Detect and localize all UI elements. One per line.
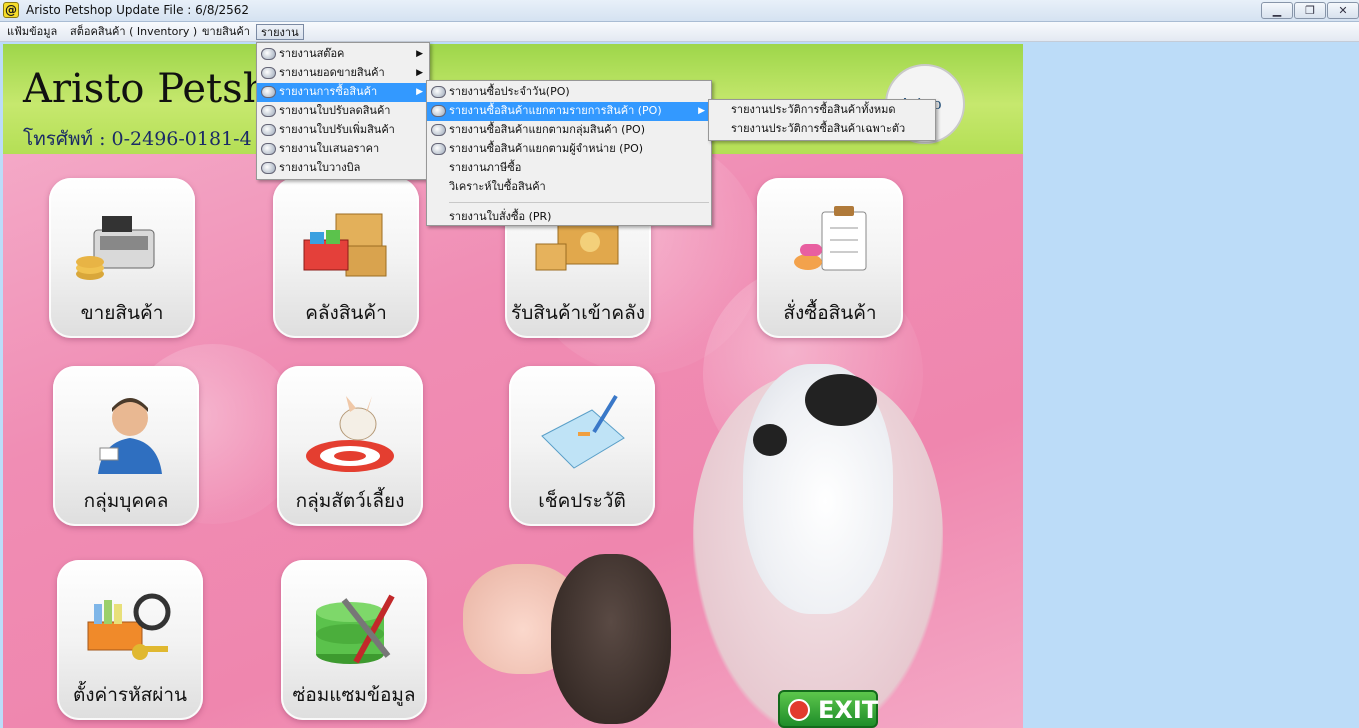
menu-item-purchase-by-group[interactable]: รายงานซื้อสินค้าแยกตามกลุ่มสินค้า (PO) — [427, 121, 711, 140]
tile-receive-label: รับสินค้าเข้าคลัง — [510, 302, 645, 324]
tile-history[interactable]: เช็คประวัติ — [509, 366, 655, 526]
history-clipboard-icon — [541, 394, 625, 469]
cash-register-icon — [76, 216, 155, 280]
menu-item-purchase-request[interactable]: รายงานใบสั่งซื้อ (PR) — [427, 208, 711, 227]
phone-number: โทรศัพท์ : 0-2496-0181-4 — [23, 128, 252, 150]
pet-dog-icon — [306, 396, 394, 472]
menu-item-billing[interactable]: รายงานใบวางบิล — [257, 159, 429, 178]
tile-history-label: เช็คประวัติ — [538, 490, 626, 512]
tile-warehouse-label: คลังสินค้า — [305, 302, 387, 324]
menu-item-label: รายงานประวัติการซื้อสินค้าทั้งหมด — [731, 103, 896, 116]
tile-password[interactable]: ตั้งค่ารหัสผ่าน — [57, 560, 203, 720]
menu-item-label: รายงานสต๊อค — [279, 47, 345, 60]
report-icon — [261, 124, 276, 136]
submenu-arrow-icon: ▶ — [698, 106, 705, 116]
menu-item-quotation[interactable]: รายงานใบเสนอราคา — [257, 140, 429, 159]
menu-item-all-purchase-history[interactable]: รายงานประวัติการซื้อสินค้าทั้งหมด — [709, 101, 935, 120]
tile-password-label: ตั้งค่ารหัสผ่าน — [72, 684, 188, 706]
report-icon — [431, 105, 446, 117]
menu-file[interactable]: แฟ้มข้อมูล — [3, 24, 61, 40]
menu-item-purchase-analysis[interactable]: วิเคราะห์ใบซื้อสินค้า — [427, 178, 711, 197]
menu-item-sales-report[interactable]: รายงานยอดขายสินค้า ▶ — [257, 64, 429, 83]
tile-purchase-order[interactable]: สั่งซื้อสินค้า — [757, 178, 903, 338]
menu-item-purchase-by-item[interactable]: รายงานซื้อสินค้าแยกตามรายการสินค้า (PO) ▶ — [427, 102, 711, 121]
report-icon — [431, 86, 446, 98]
warehouse-boxes-icon — [303, 213, 387, 277]
menu-item-label: รายงานใบสั่งซื้อ (PR) — [449, 210, 552, 223]
person-icon — [98, 398, 162, 474]
menu-item-label: รายงานใบปรับเพิ่มสินค้า — [279, 123, 395, 136]
menu-item-daily-purchase[interactable]: รายงานซื้อประจำวัน(PO) — [427, 83, 711, 102]
tile-pets[interactable]: กลุ่มสัตว์เลี้ยง — [277, 366, 423, 526]
tile-people[interactable]: กลุ่มบุคคล — [53, 366, 199, 526]
puppy-spot — [805, 374, 877, 426]
submenu-arrow-icon: ▶ — [416, 49, 423, 59]
report-icon — [261, 86, 276, 98]
menu-item-label: รายงานซื้อประจำวัน(PO) — [449, 85, 570, 98]
menu-reports[interactable]: รายงาน — [256, 24, 304, 40]
menu-item-purchase-by-supplier[interactable]: รายงานซื้อสินค้าแยกตามผู้จำหน่าย (PO) — [427, 140, 711, 159]
window-title: Aristo Petshop Update File : 6/8/2562 — [26, 3, 250, 17]
report-icon — [261, 162, 276, 174]
tile-repair-data[interactable]: ซ่อมแซมข้อมูล — [281, 560, 427, 720]
menu-item-label: รายงานภาษีซื้อ — [449, 161, 522, 174]
tile-sell-label: ขายสินค้า — [80, 302, 164, 324]
menu-item-label: รายงานการซื้อสินค้า — [279, 85, 378, 98]
app-icon: @ — [3, 2, 19, 18]
tile-repair-data-label: ซ่อมแซมข้อมูล — [292, 684, 416, 706]
tile-sell[interactable]: ขายสินค้า — [49, 178, 195, 338]
menu-item-label: รายงานยอดขายสินค้า — [279, 66, 385, 79]
menu-inventory[interactable]: สต็อคสินค้า ( Inventory ) — [66, 24, 201, 40]
tile-purchase-order-label: สั่งซื้อสินค้า — [783, 302, 877, 324]
report-icon — [261, 48, 276, 60]
menu-item-label: รายงานใบปรับลดสินค้า — [279, 104, 391, 117]
exit-label: EXIT — [818, 696, 879, 724]
submenu-arrow-icon: ▶ — [416, 68, 423, 78]
menu-item-increase-adjust[interactable]: รายงานใบปรับเพิ่มสินค้า — [257, 121, 429, 140]
menu-item-label: รายงานใบวางบิล — [279, 161, 361, 174]
menu-item-stock-report[interactable]: รายงานสต๊อค ▶ — [257, 45, 429, 64]
menu-item-label: รายงานซื้อสินค้าแยกตามผู้จำหน่าย (PO) — [449, 142, 644, 155]
menu-item-purchase-tax[interactable]: รายงานภาษีซื้อ — [427, 159, 711, 178]
title-bar: @ Aristo Petshop Update File : 6/8/2562 … — [0, 0, 1359, 22]
tile-warehouse[interactable]: คลังสินค้า — [273, 178, 419, 338]
black-piglet-illustration — [551, 554, 671, 724]
close-button[interactable]: ✕ — [1327, 2, 1359, 19]
tile-pets-label: กลุ่มสัตว์เลี้ยง — [295, 490, 405, 512]
report-icon — [431, 124, 446, 136]
tile-people-label: กลุ่มบุคคล — [83, 490, 169, 512]
menu-bar: แฟ้มข้อมูล สต็อคสินค้า ( Inventory ) ขาย… — [0, 22, 1359, 42]
menu-item-decrease-adjust[interactable]: รายงานใบปรับลดสินค้า — [257, 102, 429, 121]
menu-item-label: รายงานซื้อสินค้าแยกตามรายการสินค้า (PO) — [449, 104, 662, 117]
report-icon — [431, 143, 446, 155]
menu-separator — [449, 202, 709, 203]
puppy-illustration — [743, 364, 893, 614]
menu-item-purchase-report[interactable]: รายงานการซื้อสินค้า ▶ — [257, 83, 429, 102]
restore-button[interactable]: ❐ — [1294, 2, 1326, 19]
puppy-spot — [753, 424, 787, 456]
menu-item-label: รายงานซื้อสินค้าแยกตามกลุ่มสินค้า (PO) — [449, 123, 645, 136]
report-icon — [261, 67, 276, 79]
submenu-arrow-icon: ▶ — [416, 87, 423, 97]
menu-item-label: รายงานใบเสนอราคา — [279, 142, 380, 155]
menu-item-single-purchase-history[interactable]: รายงานประวัติการซื้อสินค้าเฉพาะตัว — [709, 120, 935, 139]
exit-button[interactable]: EXIT — [778, 690, 878, 728]
menu-item-label: รายงานประวัติการซื้อสินค้าเฉพาะตัว — [731, 122, 906, 135]
purchase-report-submenu: รายงานซื้อประจำวัน(PO) รายงานซื้อสินค้าแ… — [426, 80, 712, 226]
minimize-button[interactable]: ▁ — [1261, 2, 1293, 19]
purchase-order-icon — [794, 206, 867, 271]
report-icon — [261, 105, 276, 117]
power-icon — [788, 699, 810, 721]
menu-item-label: วิเคราะห์ใบซื้อสินค้า — [449, 180, 546, 193]
menu-sales[interactable]: ขายสินค้า — [198, 24, 254, 40]
report-icon — [261, 143, 276, 155]
item-history-submenu: รายงานประวัติการซื้อสินค้าทั้งหมด รายงาน… — [708, 99, 936, 141]
reports-menu: รายงานสต๊อค ▶ รายงานยอดขายสินค้า ▶ รายงานก… — [256, 42, 430, 180]
database-repair-icon — [316, 594, 395, 664]
password-keys-icon — [87, 593, 171, 660]
